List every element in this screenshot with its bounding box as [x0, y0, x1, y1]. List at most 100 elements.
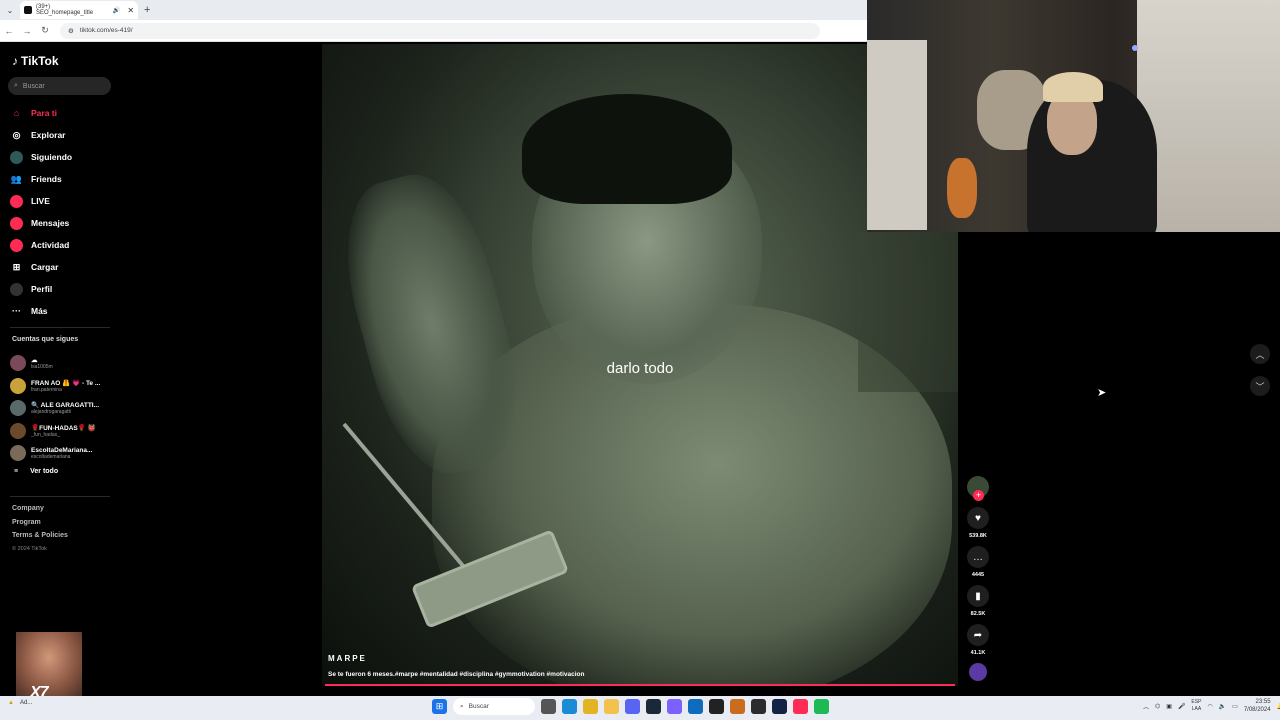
more-icon: ···	[12, 306, 21, 316]
search-icon: ⌕	[14, 82, 18, 89]
account-handle: lsa1005m	[31, 364, 53, 371]
following-account[interactable]: 🔍 ALE GARAGATTI... alejandrogaragatti	[10, 397, 120, 420]
nav-item-perfil[interactable]: Perfil	[10, 278, 120, 300]
video-progress-bar[interactable]	[325, 684, 955, 686]
store-icon[interactable]	[688, 699, 703, 714]
browser-tab[interactable]: (39+) SEO_homepage_title 🔊 ✕	[20, 1, 138, 19]
discord-icon[interactable]	[625, 699, 640, 714]
video-frame-hair	[522, 94, 732, 204]
follow-plus-icon[interactable]: +	[973, 490, 984, 501]
share-icon[interactable]: ➦	[967, 624, 989, 646]
video-author[interactable]: MARPE	[328, 654, 367, 663]
footer-link-company[interactable]: Company	[12, 502, 68, 516]
tray-app-icon[interactable]: ▣	[1166, 703, 1172, 710]
save-action[interactable]: ▮ 82.5K	[964, 585, 992, 617]
address-bar-row: ← → ↻ ⚙ tiktok.com/es-419/	[0, 20, 867, 42]
site-info-icon[interactable]: ⚙	[68, 27, 74, 35]
see-all-link[interactable]: ≡ Ver todo	[14, 468, 58, 475]
network-icon[interactable]: ⌬	[1155, 703, 1160, 710]
next-video-button[interactable]: ﹀	[1250, 376, 1270, 396]
nav-item-mas[interactable]: ··· Más	[10, 300, 120, 322]
nav-label: Mensajes	[31, 218, 70, 228]
taskbar-search[interactable]: ⌕ Buscar	[453, 698, 535, 715]
footer-link-program[interactable]: Program	[12, 516, 68, 530]
windows-start-icon[interactable]: ⊞	[432, 699, 447, 714]
footer-link-terms[interactable]: Terms & Policies	[12, 529, 68, 543]
app-icon[interactable]	[751, 699, 766, 714]
avatar	[10, 445, 26, 462]
main-nav: ⌂ Para ti ◎ Explorar Siguiendo 👥 Friends LI…	[10, 102, 120, 322]
live-icon	[10, 194, 23, 208]
divider	[10, 327, 110, 328]
share-count: 41.1K	[970, 650, 986, 656]
tiktok-app-icon[interactable]	[793, 699, 808, 714]
comment-icon[interactable]: …	[967, 546, 989, 568]
steam-icon[interactable]	[646, 699, 661, 714]
music-disc-icon[interactable]	[969, 663, 987, 681]
mic-icon[interactable]: 🎤	[1178, 703, 1185, 710]
share-action[interactable]: ➦ 41.1K	[964, 624, 992, 656]
bookmark-icon[interactable]: ▮	[967, 585, 989, 607]
tab-title: (39+) SEO_homepage_title	[36, 4, 94, 16]
webcam-overlay	[867, 0, 1280, 232]
nav-item-mensajes[interactable]: Mensajes	[10, 212, 120, 234]
nav-item-explorar[interactable]: ◎ Explorar	[10, 124, 120, 146]
edge-icon[interactable]	[562, 699, 577, 714]
like-action[interactable]: ♥ 539.8K	[964, 507, 992, 539]
nav-item-friends[interactable]: 👥 Friends	[10, 168, 120, 190]
search-input[interactable]: ⌕ Buscar	[8, 77, 111, 95]
volume-icon[interactable]: 🔈	[1219, 703, 1226, 710]
creator-avatar[interactable]: +	[967, 476, 989, 501]
wifi-icon[interactable]: ◠	[1207, 703, 1212, 710]
task-view-icon[interactable]	[541, 699, 556, 714]
app-icon[interactable]	[772, 699, 787, 714]
taskbar-apps: ⊞ ⌕ Buscar	[432, 698, 829, 715]
browser-tab-bar: ⌄ (39+) SEO_homepage_title 🔊 ✕ +	[0, 0, 867, 20]
heart-icon[interactable]: ♥	[967, 507, 989, 529]
new-tab-button[interactable]: +	[144, 4, 150, 16]
notification-icon[interactable]: 🔔	[1277, 703, 1280, 710]
reload-icon[interactable]: ↻	[36, 25, 54, 36]
app-icon[interactable]	[667, 699, 682, 714]
back-icon[interactable]: ←	[0, 26, 18, 36]
battery-icon[interactable]: ▭	[1232, 703, 1238, 710]
avatar	[10, 422, 26, 439]
footer-links: Company Program Terms & Policies © 2024 …	[12, 502, 68, 556]
account-name: EscoltaDeMariana...	[31, 446, 93, 454]
nav-item-para-ti[interactable]: ⌂ Para ti	[10, 102, 120, 124]
webcam-cap	[1043, 72, 1103, 102]
tray-chevron-icon[interactable]: ︿	[1143, 702, 1149, 711]
nav-label: Explorar	[31, 130, 66, 140]
avatar	[10, 377, 26, 394]
obs-icon[interactable]	[709, 699, 724, 714]
close-tab-icon[interactable]: ✕	[127, 6, 134, 15]
warning-icon[interactable]: ▲	[8, 700, 14, 706]
compass-icon: ◎	[12, 129, 21, 140]
forward-icon[interactable]: →	[18, 26, 36, 36]
taskbar-left-text: Ad...	[19, 700, 33, 706]
comment-action[interactable]: … 4445	[964, 546, 992, 578]
nav-item-actividad[interactable]: Actividad	[10, 234, 120, 256]
avatar	[10, 355, 26, 372]
audio-icon[interactable]: 🔊	[113, 7, 120, 14]
spotify-icon[interactable]	[814, 699, 829, 714]
tiktok-note-icon: ♪	[12, 54, 18, 68]
nav-item-siguiendo[interactable]: Siguiendo	[10, 146, 120, 168]
nav-item-live[interactable]: LIVE	[10, 190, 120, 212]
following-account[interactable]: 🌹FUN-HADAS🌹 👹 _fun_hadas_	[10, 420, 120, 443]
tab-list-icon[interactable]: ⌄	[4, 4, 16, 16]
following-account[interactable]: ☁ lsa1005m	[10, 352, 120, 375]
nav-item-cargar[interactable]: ⊞ Cargar	[10, 256, 120, 278]
tiktok-logo[interactable]: ♪ TikTok	[12, 54, 59, 68]
following-account[interactable]: FRAN AO 🦺 💗 - Te ... fran.paternina	[10, 375, 120, 398]
language-indicator[interactable]: ESP LAA	[1191, 699, 1201, 713]
following-account[interactable]: EscoltaDeMariana... escoltademariana	[10, 442, 120, 465]
chrome-icon[interactable]	[583, 699, 598, 714]
account-name: 🔍 ALE GARAGATTI...	[31, 402, 100, 410]
clock[interactable]: 23:55 7/08/2024	[1244, 698, 1271, 714]
previous-video-button[interactable]: ︿	[1250, 344, 1270, 364]
app-icon[interactable]	[730, 699, 745, 714]
friends-icon: 👥	[10, 173, 23, 184]
file-explorer-icon[interactable]	[604, 699, 619, 714]
url-field[interactable]: ⚙ tiktok.com/es-419/	[60, 22, 820, 39]
